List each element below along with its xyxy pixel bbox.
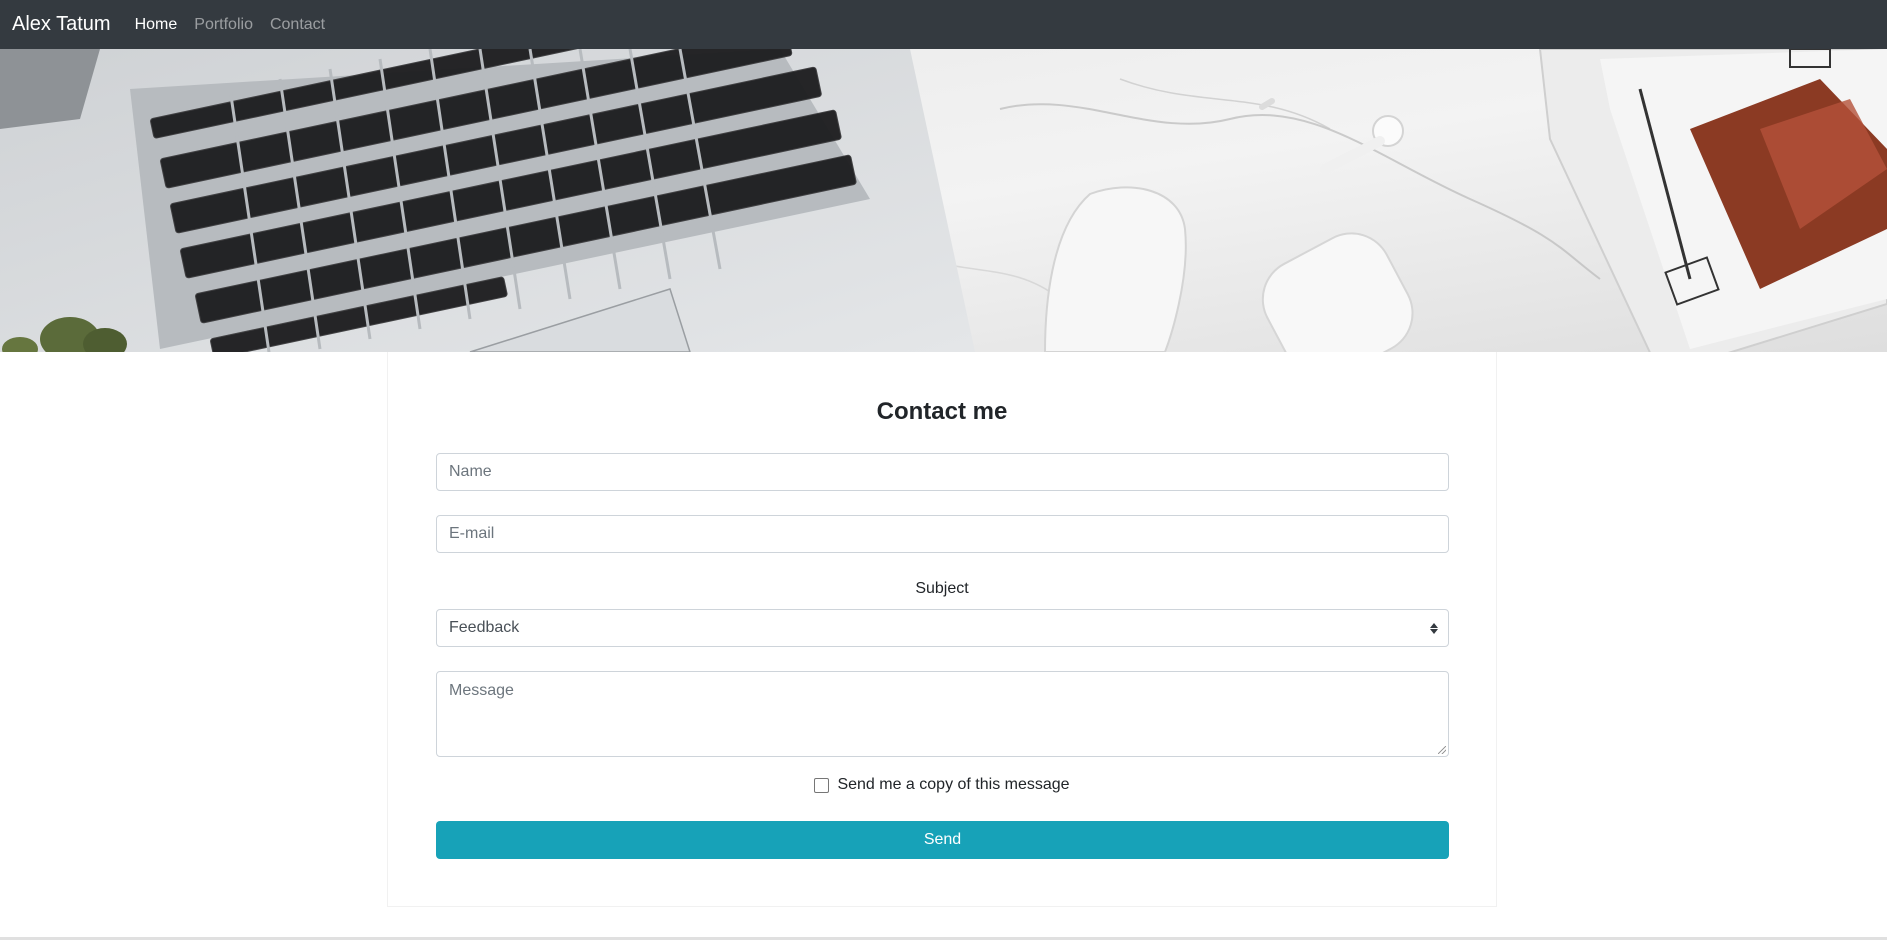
copy-checkbox[interactable] [814,777,830,793]
resize-handle-icon[interactable] [1438,746,1446,754]
copy-checkbox-row: Send me a copy of this message [388,776,1496,794]
subject-selected-value: Feedback [449,619,520,636]
contact-title: Contact me [876,398,1008,425]
subject-label: Subject [915,580,969,597]
contact-card: Contact me Name E-mail Subject Feedback … [387,352,1497,907]
subject-select[interactable]: Feedback [436,609,1449,647]
email-input[interactable]: E-mail [436,515,1449,553]
nav-link-home[interactable]: Home [135,16,178,34]
top-navbar: Alex Tatum Home Portfolio Contact [0,0,1887,49]
message-placeholder: Message [449,682,514,699]
hero-banner-image [0,49,1887,352]
send-button[interactable]: Send [436,821,1449,859]
name-input[interactable]: Name [436,453,1449,491]
brand-link[interactable]: Alex Tatum [12,13,111,36]
nav-link-contact[interactable]: Contact [270,16,325,34]
nav-link-portfolio[interactable]: Portfolio [194,16,253,34]
select-arrows-icon [1430,622,1438,634]
message-textarea[interactable]: Message [436,671,1449,757]
copy-checkbox-label[interactable]: Send me a copy of this message [837,776,1069,794]
